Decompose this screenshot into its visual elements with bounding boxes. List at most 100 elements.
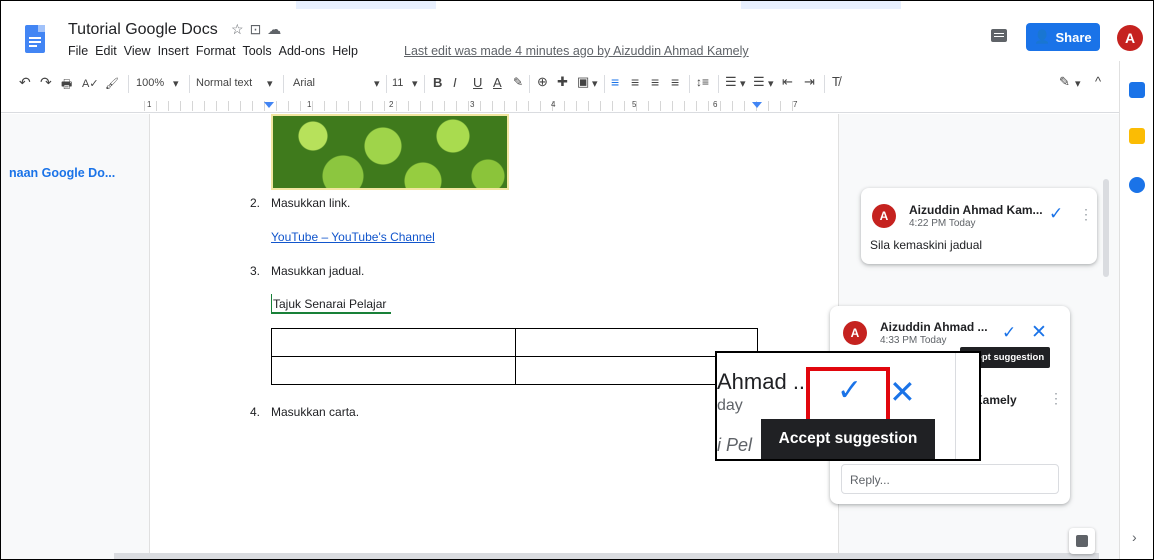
font-size-input[interactable]: 11 [392, 77, 403, 89]
vertical-scrollbar[interactable] [1103, 179, 1109, 277]
chevron-down-icon[interactable]: ▾ [374, 77, 380, 90]
zoom-callout: Ahmad ... day i Pel ✓ ✕ Accept suggestio… [715, 351, 981, 461]
document-outline-panel: naan Google Do... [1, 114, 149, 559]
add-comment-icon[interactable]: ✚ [557, 74, 568, 90]
increase-indent-icon[interactable]: ⇥ [804, 74, 815, 90]
horizontal-scrollbar[interactable] [114, 553, 1099, 559]
paint-format-icon[interactable]: 🖌 [105, 77, 119, 90]
menu-edit[interactable]: Edit [95, 44, 117, 58]
editing-mode-icon[interactable]: ✎ [1059, 74, 1070, 90]
menu-tools[interactable]: Tools [242, 44, 271, 58]
bold-button[interactable]: B [433, 75, 442, 90]
line-spacing-icon[interactable]: ↕≡ [696, 75, 709, 89]
italic-button[interactable]: I [453, 75, 457, 90]
zoom-select[interactable]: 100% [136, 77, 164, 89]
share-label: Share [1055, 29, 1092, 45]
comment-card[interactable]: A Aizuddin Ahmad Kam... 4:22 PM Today ✓ … [861, 188, 1097, 264]
chevron-down-icon[interactable]: ▾ [267, 77, 273, 90]
menu-file[interactable]: File [68, 44, 88, 58]
explore-button[interactable] [1069, 528, 1095, 554]
ruler-number: 5 [632, 100, 637, 109]
resolve-check-icon[interactable]: ✓ [1049, 204, 1063, 224]
menu-bar: File Edit View Insert Format Tools Add-o… [68, 44, 358, 58]
outline-heading[interactable]: naan Google Do... [9, 166, 115, 180]
clear-formatting-icon[interactable]: T̸ [832, 74, 840, 89]
decrease-indent-icon[interactable]: ⇤ [782, 74, 793, 90]
menu-view[interactable]: View [124, 44, 151, 58]
document-title[interactable]: Tutorial Google Docs [68, 21, 218, 39]
accept-suggestion-tooltip: Accept suggestion [761, 419, 935, 459]
comment-avatar: A [872, 204, 896, 228]
last-edit-link[interactable]: Last edit was made 4 minutes ago by Aizu… [404, 44, 749, 58]
print-icon[interactable]: 🖶 [61, 75, 72, 96]
menu-help[interactable]: Help [332, 44, 358, 58]
expand-panel-icon[interactable]: › [1132, 529, 1137, 545]
highlight-icon[interactable]: ✎ [513, 75, 523, 89]
ruler[interactable]: 1 1 2 3 4 5 6 7 [1, 99, 1153, 113]
document-table[interactable] [271, 328, 758, 385]
collapse-toolbar-icon[interactable]: ^ [1095, 74, 1101, 89]
chevron-down-icon[interactable]: ▾ [1075, 77, 1081, 90]
comment-time: 4:33 PM Today [880, 335, 947, 346]
highlight-box [806, 367, 890, 423]
spellcheck-icon[interactable]: A✓ [82, 77, 99, 90]
chevron-down-icon[interactable]: ▾ [740, 77, 746, 90]
redo-icon[interactable]: ↷ [40, 74, 52, 91]
zoom-card-edge [955, 353, 979, 459]
explore-icon [1076, 535, 1088, 547]
link-icon[interactable]: ⊕ [537, 74, 548, 90]
cloud-status-icon[interactable]: ☁ [267, 21, 287, 37]
insert-image-icon[interactable]: ▣ [577, 74, 589, 90]
underline-button[interactable]: U [473, 75, 482, 90]
move-folder-icon[interactable]: ⊡ [250, 21, 268, 37]
accept-check-icon[interactable]: ✓ [1002, 323, 1016, 343]
bulleted-list-icon[interactable]: ☰ [753, 74, 765, 90]
indent-marker-icon[interactable] [264, 102, 274, 108]
style-select[interactable]: Normal text [196, 77, 252, 89]
chevron-down-icon[interactable]: ▾ [412, 77, 418, 90]
font-select[interactable]: Arial [293, 77, 315, 89]
docs-logo-icon[interactable] [25, 25, 45, 53]
keep-icon[interactable] [1129, 128, 1145, 144]
menu-insert[interactable]: Insert [158, 44, 189, 58]
title-icons: ☆⊡☁ [231, 21, 287, 38]
more-options-icon[interactable]: ⋮ [1079, 206, 1093, 223]
reject-close-icon[interactable]: ✕ [889, 373, 916, 411]
more-options-icon[interactable]: ⋮ [1049, 390, 1063, 407]
green-apples-image[interactable] [271, 114, 509, 190]
tasks-icon[interactable] [1129, 177, 1145, 193]
comment-avatar: A [843, 321, 867, 345]
list-number: 3. [250, 264, 261, 278]
share-button[interactable]: 👤 Share [1026, 23, 1100, 51]
comment-history-icon[interactable] [991, 29, 1007, 42]
align-left-icon[interactable]: ≡ [611, 74, 619, 90]
undo-icon[interactable]: ↶ [19, 74, 31, 91]
align-right-icon[interactable]: ≡ [651, 74, 659, 90]
ruler-number: 6 [713, 100, 718, 109]
star-icon[interactable]: ☆ [231, 21, 250, 37]
text-color-button[interactable]: A [493, 75, 502, 90]
youtube-link[interactable]: YouTube – YouTube's Channel [271, 230, 435, 244]
ruler-number: 3 [470, 100, 475, 109]
zoom-day-text: day [717, 397, 743, 414]
people-icon: 👤 [1034, 29, 1051, 44]
menu-format[interactable]: Format [196, 44, 236, 58]
list-item-text: Masukkan carta. [271, 405, 360, 419]
checklist-icon[interactable]: ☰ [725, 74, 737, 90]
side-panel-rail: › [1119, 61, 1153, 559]
right-indent-marker-icon[interactable] [752, 102, 762, 108]
justify-icon[interactable]: ≡ [671, 74, 679, 90]
calendar-icon[interactable] [1129, 82, 1145, 98]
chevron-down-icon[interactable]: ▾ [173, 77, 179, 90]
list-number: 4. [250, 405, 261, 419]
table-title[interactable]: Tajuk Senarai Pelajar [273, 297, 386, 311]
reject-close-icon[interactable]: ✕ [1031, 321, 1047, 344]
reply-input[interactable]: Reply... [841, 464, 1059, 494]
chevron-down-icon[interactable]: ▾ [592, 77, 598, 90]
chevron-down-icon[interactable]: ▾ [768, 77, 774, 90]
ruler-number: 1 [307, 100, 312, 109]
menu-addons[interactable]: Add-ons [279, 44, 326, 58]
account-avatar[interactable]: A [1117, 25, 1143, 51]
comment-text: Sila kemaskini jadual [870, 238, 983, 252]
align-center-icon[interactable]: ≡ [631, 74, 639, 90]
